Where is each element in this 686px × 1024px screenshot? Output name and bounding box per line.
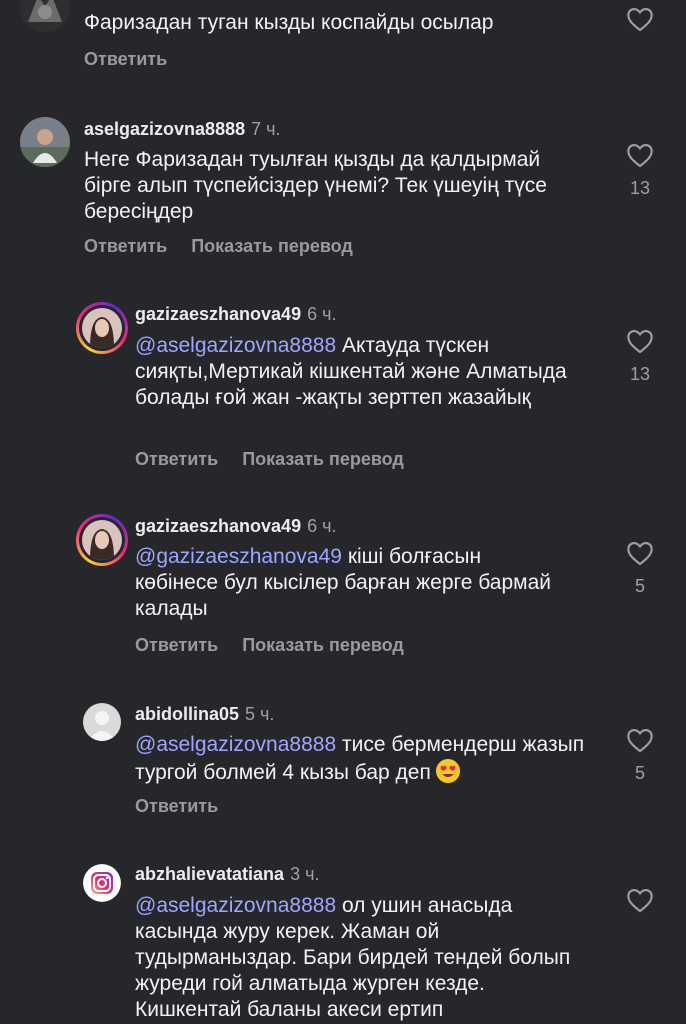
comment-actions: Ответить Показать перевод <box>135 634 428 656</box>
comment-text: Фаризадан туган кызды коспайды осылар <box>84 11 494 34</box>
like-count: 13 <box>629 178 651 198</box>
heart-icon <box>627 542 653 566</box>
comment-text: @aselgazizovna8888 тисе бермендерш жазып… <box>135 733 585 784</box>
like-button[interactable] <box>626 887 654 913</box>
timestamp: 6 ч. <box>307 304 337 324</box>
heart-eyes-emoji-icon <box>435 759 460 783</box>
username[interactable]: gazizaeszhanova49 <box>135 516 301 536</box>
comment-meta: abzhalievatatiana 3 ч. <box>135 863 319 885</box>
mention-link[interactable]: @gazizaeszhanova49 <box>135 545 342 568</box>
heart-icon <box>627 729 653 753</box>
comment-actions: Ответить Показать перевод <box>84 235 377 257</box>
reply-button[interactable]: Ответить <box>84 236 167 256</box>
show-translation-button[interactable]: Показать перевод <box>242 635 404 655</box>
avatar[interactable] <box>76 514 128 566</box>
comment-meta: gazizaeszhanova49 6 ч. <box>135 303 336 325</box>
heart-icon <box>627 889 653 913</box>
comment-meta: aselgazizovna8888 7 ч. <box>84 118 281 140</box>
reply-button[interactable]: Ответить <box>135 635 218 655</box>
avatar[interactable] <box>20 0 70 32</box>
mention-link[interactable]: @aselgazizovna8888 <box>135 894 336 917</box>
username[interactable]: abidollina05 <box>135 704 239 724</box>
heart-icon <box>627 8 653 32</box>
username[interactable]: aselgazizovna8888 <box>84 119 245 139</box>
avatar[interactable] <box>20 117 70 167</box>
heart-icon <box>627 144 653 168</box>
comment-text: Неге Фаризадан туылған қызды да қалдырма… <box>84 148 547 223</box>
avatar[interactable] <box>83 864 121 902</box>
comment-meta: abidollina05 5 ч. <box>135 703 274 725</box>
like-count: 5 <box>634 763 645 783</box>
like-button[interactable]: 13 <box>626 142 654 199</box>
reply-button[interactable]: Ответить <box>135 796 218 816</box>
avatar[interactable] <box>83 703 121 741</box>
mention-link[interactable]: @aselgazizovna8888 <box>135 733 336 756</box>
comment-meta: gazizaeszhanova49 6 ч. <box>135 515 336 537</box>
username[interactable]: abzhalievatatiana <box>135 864 284 884</box>
reply-button[interactable]: Ответить <box>135 449 218 469</box>
comment-actions: Ответить <box>135 795 242 817</box>
comment-text: @aselgazizovna8888 ол ушин анасыда касын… <box>135 894 571 1021</box>
timestamp: 3 ч. <box>290 864 320 884</box>
like-button[interactable]: 13 <box>626 328 654 385</box>
show-translation-button[interactable]: Показать перевод <box>242 449 404 469</box>
like-button[interactable]: 5 <box>626 540 654 597</box>
comment-actions: Ответить <box>84 48 191 70</box>
like-button[interactable] <box>626 6 654 32</box>
mention-link[interactable]: @aselgazizovna8888 <box>135 334 336 357</box>
timestamp: 5 ч. <box>245 704 275 724</box>
comment-actions: Ответить Показать перевод <box>135 448 428 470</box>
timestamp: 6 ч. <box>307 516 337 536</box>
username[interactable]: gazizaeszhanova49 <box>135 304 301 324</box>
comment-text: @aselgazizovna8888 Актауда түскен сияқты… <box>135 334 567 409</box>
heart-icon <box>627 330 653 354</box>
like-button[interactable]: 5 <box>626 727 654 784</box>
like-count: 5 <box>634 576 645 596</box>
timestamp: 7 ч. <box>251 119 281 139</box>
avatar[interactable] <box>76 302 128 354</box>
reply-button[interactable]: Ответить <box>84 49 167 69</box>
comment-text: @gazizaeszhanova49 кіші болғасын көбінес… <box>135 545 551 620</box>
show-translation-button[interactable]: Показать перевод <box>191 236 353 256</box>
like-count: 13 <box>629 364 651 384</box>
